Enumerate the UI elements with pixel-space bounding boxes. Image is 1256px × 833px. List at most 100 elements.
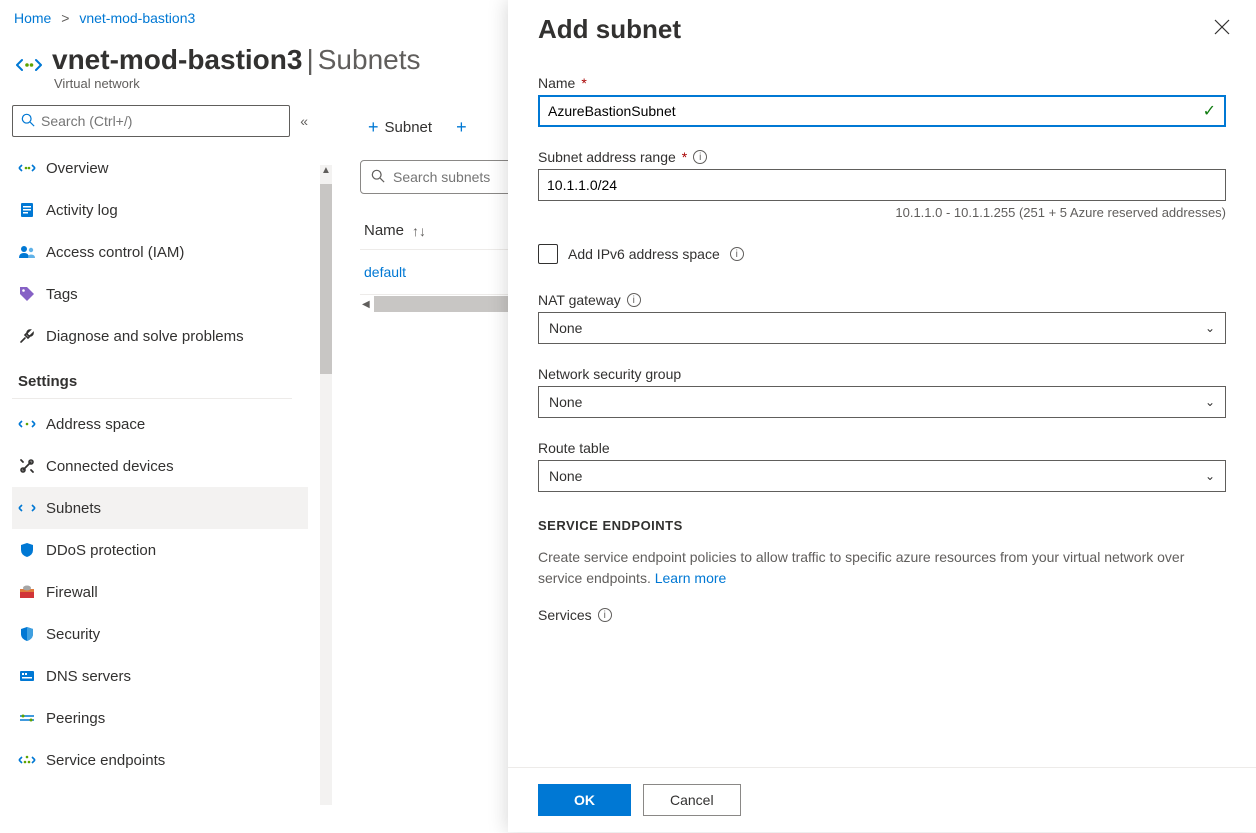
subnet-link-default[interactable]: default bbox=[364, 264, 406, 280]
ipv6-label: Add IPv6 address space bbox=[568, 246, 720, 262]
peerings-icon bbox=[18, 709, 36, 727]
vnet-small-icon bbox=[18, 159, 36, 177]
close-icon bbox=[1214, 19, 1230, 35]
service-endpoints-desc: Create service endpoint policies to allo… bbox=[538, 547, 1226, 589]
subnet-filter[interactable] bbox=[360, 160, 530, 194]
nav-overview[interactable]: Overview bbox=[12, 147, 308, 189]
nsg-label: Network security group bbox=[538, 366, 1226, 382]
nav-label: Connected devices bbox=[46, 458, 174, 475]
dropdown-value: None bbox=[549, 394, 582, 410]
nat-gateway-select[interactable]: None ⌄ bbox=[538, 312, 1226, 344]
collapse-sidebar-button[interactable]: « bbox=[300, 113, 308, 129]
nat-label: NAT gateway i bbox=[538, 292, 1226, 308]
chevron-down-icon: ⌄ bbox=[1205, 395, 1215, 409]
page-subtitle: Virtual network bbox=[54, 76, 421, 91]
nav-label: Security bbox=[46, 626, 100, 643]
nav-ddos[interactable]: DDoS protection bbox=[12, 529, 308, 571]
panel-title: Add subnet bbox=[538, 14, 681, 45]
sidebar-search-input[interactable] bbox=[41, 113, 281, 129]
nav-label: Address space bbox=[46, 416, 145, 433]
col-name-header[interactable]: Name bbox=[364, 222, 404, 239]
add-subnet-panel: Add subnet Name * ✓ Subnet address range… bbox=[508, 0, 1256, 832]
info-icon[interactable]: i bbox=[598, 608, 612, 622]
valid-check-icon: ✓ bbox=[1203, 101, 1216, 121]
nsg-select[interactable]: None ⌄ bbox=[538, 386, 1226, 418]
nav-diagnose[interactable]: Diagnose and solve problems bbox=[12, 315, 308, 357]
breadcrumb-current[interactable]: vnet-mod-bastion3 bbox=[79, 10, 195, 26]
subnet-name-input[interactable] bbox=[538, 95, 1226, 127]
nav-access-control[interactable]: Access control (IAM) bbox=[12, 231, 308, 273]
firewall-icon bbox=[18, 583, 36, 601]
dropdown-value: None bbox=[549, 468, 582, 484]
learn-more-link[interactable]: Learn more bbox=[655, 570, 727, 586]
vnet-icon bbox=[14, 50, 44, 80]
ok-button[interactable]: OK bbox=[538, 784, 631, 816]
address-icon bbox=[18, 415, 36, 433]
route-table-select[interactable]: None ⌄ bbox=[538, 460, 1226, 492]
chevron-down-icon: ⌄ bbox=[1205, 469, 1215, 483]
range-label: Subnet address range * i bbox=[538, 149, 1226, 165]
cancel-button[interactable]: Cancel bbox=[643, 784, 741, 816]
dropdown-value: None bbox=[549, 320, 582, 336]
nav-peerings[interactable]: Peerings bbox=[12, 697, 308, 739]
nav-label: Overview bbox=[46, 160, 109, 177]
shield-icon bbox=[18, 541, 36, 559]
search-icon bbox=[371, 169, 385, 186]
page-section-name: Subnets bbox=[318, 44, 421, 76]
search-icon bbox=[21, 113, 35, 130]
nav-dns[interactable]: DNS servers bbox=[12, 655, 308, 697]
nav-label: DDoS protection bbox=[46, 542, 156, 559]
settings-section-title: Settings bbox=[12, 357, 292, 399]
subnets-icon bbox=[18, 499, 36, 517]
sidebar-search[interactable] bbox=[12, 105, 290, 137]
wrench-icon bbox=[18, 327, 36, 345]
nav-firewall[interactable]: Firewall bbox=[12, 571, 308, 613]
nav-activity-log[interactable]: Activity log bbox=[12, 189, 308, 231]
nav-label: Tags bbox=[46, 286, 78, 303]
info-icon[interactable]: i bbox=[693, 150, 707, 164]
breadcrumb-separator: > bbox=[61, 10, 69, 26]
nav-label: Subnets bbox=[46, 500, 101, 517]
security-icon bbox=[18, 625, 36, 643]
dns-icon bbox=[18, 667, 36, 685]
plus-icon: + bbox=[456, 117, 467, 138]
nav-subnets[interactable]: Subnets bbox=[12, 487, 308, 529]
nav-connected-devices[interactable]: Connected devices bbox=[12, 445, 308, 487]
chevron-down-icon: ⌄ bbox=[1205, 321, 1215, 335]
toolbar-label: Subnet bbox=[385, 119, 433, 136]
sidebar: « Overview Activity log Access control (… bbox=[0, 101, 320, 833]
add-subnet-button[interactable]: + Subnet bbox=[360, 113, 440, 142]
log-icon bbox=[18, 201, 36, 219]
nav-label: Firewall bbox=[46, 584, 98, 601]
subnet-range-input[interactable] bbox=[538, 169, 1226, 201]
route-label: Route table bbox=[538, 440, 1226, 456]
tag-icon bbox=[18, 285, 36, 303]
scroll-left-icon[interactable]: ◀ bbox=[360, 299, 372, 310]
nav-address-space[interactable]: Address space bbox=[12, 403, 308, 445]
nav-label: DNS servers bbox=[46, 668, 131, 685]
add-gateway-subnet-button[interactable]: + bbox=[448, 113, 475, 142]
nav-label: Access control (IAM) bbox=[46, 244, 184, 261]
page-title: vnet-mod-bastion3 bbox=[52, 44, 302, 76]
plus-icon: + bbox=[368, 117, 379, 138]
service-endpoints-heading: SERVICE ENDPOINTS bbox=[538, 518, 1226, 533]
nav-security[interactable]: Security bbox=[12, 613, 308, 655]
name-label: Name * bbox=[538, 75, 1226, 91]
breadcrumb-home[interactable]: Home bbox=[14, 10, 51, 26]
nav-tags[interactable]: Tags bbox=[12, 273, 308, 315]
panel-footer: OK Cancel bbox=[508, 767, 1256, 832]
info-icon[interactable]: i bbox=[627, 293, 641, 307]
nav-label: Peerings bbox=[46, 710, 105, 727]
page-section: | bbox=[306, 44, 313, 76]
range-help-text: 10.1.1.0 - 10.1.1.255 (251 + 5 Azure res… bbox=[538, 205, 1226, 220]
nav-label: Activity log bbox=[46, 202, 118, 219]
people-icon bbox=[18, 243, 36, 261]
nav-label: Service endpoints bbox=[46, 752, 165, 769]
close-panel-button[interactable] bbox=[1210, 15, 1234, 44]
ipv6-checkbox[interactable] bbox=[538, 244, 558, 264]
info-icon[interactable]: i bbox=[730, 247, 744, 261]
nav-label: Diagnose and solve problems bbox=[46, 328, 244, 345]
required-indicator: * bbox=[581, 75, 586, 91]
nav-service-endpoints[interactable]: Service endpoints bbox=[12, 739, 308, 781]
sort-icon[interactable]: ↑↓ bbox=[412, 223, 426, 239]
